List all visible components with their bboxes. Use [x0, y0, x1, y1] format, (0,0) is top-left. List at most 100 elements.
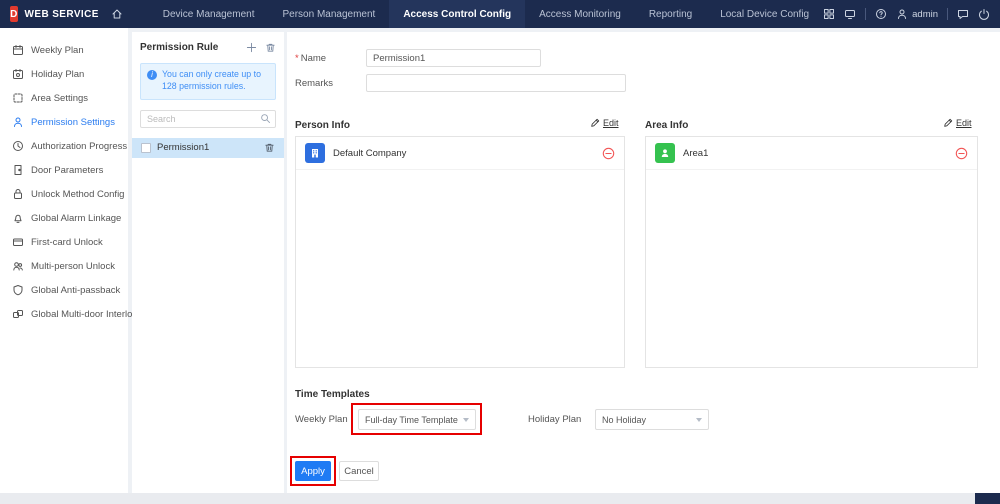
sidebar-item-label: Door Parameters — [31, 165, 103, 176]
home-icon[interactable] — [111, 8, 123, 20]
sidebar-item-label: Permission Settings — [31, 117, 115, 128]
sidebar-item-label: Holiday Plan — [31, 69, 84, 80]
nav-device-management[interactable]: Device Management — [149, 0, 269, 28]
user-menu[interactable]: admin — [896, 8, 938, 20]
sidebar-item-area-settings[interactable]: Area Settings — [0, 86, 128, 110]
footer-strip — [0, 493, 1000, 504]
nav-access-control-config[interactable]: Access Control Config — [389, 0, 525, 28]
lock-icon — [12, 188, 24, 200]
area-info-title: Area Info — [645, 120, 688, 131]
weekly-plan-select[interactable]: Full-day Time Template — [358, 409, 476, 430]
sidebar-item-label: Area Settings — [31, 93, 88, 104]
delete-rule-icon[interactable] — [264, 142, 275, 153]
required-mark: * — [295, 53, 299, 64]
user-icon — [896, 8, 908, 20]
sidebar-item-label: Multi-person Unlock — [31, 261, 115, 272]
info-text: You can only create up to 128 permission… — [162, 69, 269, 93]
person-info-box: Default Company — [295, 136, 625, 368]
area-marker-icon — [655, 143, 675, 163]
search-input[interactable] — [140, 110, 276, 128]
person-info-title: Person Info — [295, 120, 350, 131]
permission-detail-form: *Name Remarks Person Info Edit Default C… — [287, 32, 1000, 493]
people-icon — [12, 260, 24, 272]
chevron-down-icon — [463, 418, 469, 422]
sidebar-item-weekly-plan[interactable]: Weekly Plan — [0, 38, 128, 62]
delete-rules-icon[interactable] — [265, 42, 276, 53]
calendar-icon — [12, 44, 24, 56]
area-edit-link[interactable]: Edit — [943, 118, 972, 128]
area-row-area1[interactable]: Area1 — [646, 137, 977, 170]
pencil-icon — [590, 118, 600, 128]
area-icon — [12, 92, 24, 104]
holiday-plan-select[interactable]: No Holiday — [595, 409, 709, 430]
device-monitor-icon[interactable] — [844, 8, 856, 20]
topbar-actions: admin — [823, 8, 990, 20]
username-label: admin — [912, 9, 938, 20]
door-icon — [12, 164, 24, 176]
nav-reporting[interactable]: Reporting — [635, 0, 706, 28]
permission-person-icon — [12, 116, 24, 128]
cancel-button[interactable]: Cancel — [339, 461, 379, 481]
rule-list-item-permission1[interactable]: Permission1 — [132, 138, 284, 158]
shield-icon — [12, 284, 24, 296]
permission-rule-panel: Permission Rule i You can only create up… — [132, 32, 284, 493]
sidebar-item-unlock-method-config[interactable]: Unlock Method Config — [0, 182, 128, 206]
rule-checkbox[interactable] — [141, 143, 151, 153]
holiday-calendar-icon — [12, 68, 24, 80]
sidebar-item-label: Unlock Method Config — [31, 189, 124, 200]
info-banner: i You can only create up to 128 permissi… — [140, 63, 276, 100]
card-icon — [12, 236, 24, 248]
sidebar-item-multi-person-unlock[interactable]: Multi-person Unlock — [0, 254, 128, 278]
area-info-box: Area1 — [645, 136, 978, 368]
topbar-separator — [865, 8, 866, 20]
apply-button[interactable]: Apply — [295, 461, 331, 481]
feedback-icon[interactable] — [957, 8, 969, 20]
topbar: D WEB SERVICE Device Management Person M… — [0, 0, 1000, 28]
holiday-plan-label: Holiday Plan — [528, 414, 581, 425]
sidebar-item-permission-settings[interactable]: Permission Settings — [0, 110, 128, 134]
remove-person-icon[interactable] — [602, 147, 615, 160]
person-item-label: Default Company — [333, 148, 594, 159]
nav-local-device-config[interactable]: Local Device Config — [706, 0, 823, 28]
holiday-plan-value: No Holiday — [602, 415, 691, 425]
page-layout: Weekly Plan Holiday Plan Area Settings P… — [0, 28, 1000, 493]
top-nav: Device Management Person Management Acce… — [149, 0, 823, 28]
time-templates-title: Time Templates — [295, 389, 370, 400]
progress-icon — [12, 140, 24, 152]
sidebar-item-holiday-plan[interactable]: Holiday Plan — [0, 62, 128, 86]
brand-logo-icon: D — [10, 6, 18, 22]
person-edit-link[interactable]: Edit — [590, 118, 619, 128]
sidebar-item-global-alarm-linkage[interactable]: Global Alarm Linkage — [0, 206, 128, 230]
company-icon — [305, 143, 325, 163]
topbar-separator — [947, 8, 948, 20]
sidebar-item-label: Global Alarm Linkage — [31, 213, 121, 224]
sidebar-item-global-multi-door-interlock[interactable]: Global Multi-door Interlock — [0, 302, 128, 326]
sidebar-item-global-anti-passback[interactable]: Global Anti-passback — [0, 278, 128, 302]
sidebar-item-authorization-progress[interactable]: Authorization Progress — [0, 134, 128, 158]
add-rule-icon[interactable] — [246, 42, 257, 53]
brand-title: WEB SERVICE — [25, 9, 99, 20]
rule-item-label: Permission1 — [157, 142, 258, 153]
sidebar-item-first-card-unlock[interactable]: First-card Unlock — [0, 230, 128, 254]
remarks-input[interactable] — [366, 74, 626, 92]
help-icon[interactable] — [875, 8, 887, 20]
sidebar-item-label: First-card Unlock — [31, 237, 103, 248]
nav-access-monitoring[interactable]: Access Monitoring — [525, 0, 635, 28]
name-input[interactable] — [366, 49, 541, 67]
sidebar: Weekly Plan Holiday Plan Area Settings P… — [0, 28, 128, 493]
sidebar-item-door-parameters[interactable]: Door Parameters — [0, 158, 128, 182]
weekly-plan-label: Weekly Plan — [295, 414, 348, 425]
person-row-default-company[interactable]: Default Company — [296, 137, 624, 170]
apps-grid-icon[interactable] — [823, 8, 835, 20]
footer-corner-widget[interactable] — [975, 493, 1000, 504]
power-icon[interactable] — [978, 8, 990, 20]
search-icon[interactable] — [260, 113, 271, 124]
nav-person-management[interactable]: Person Management — [268, 0, 389, 28]
chevron-down-icon — [696, 418, 702, 422]
remove-area-icon[interactable] — [955, 147, 968, 160]
sidebar-item-label: Weekly Plan — [31, 45, 84, 56]
alarm-bell-icon — [12, 212, 24, 224]
info-icon: i — [147, 70, 157, 80]
sidebar-item-label: Global Multi-door Interlock — [31, 309, 142, 320]
weekly-plan-value: Full-day Time Template — [365, 415, 458, 425]
